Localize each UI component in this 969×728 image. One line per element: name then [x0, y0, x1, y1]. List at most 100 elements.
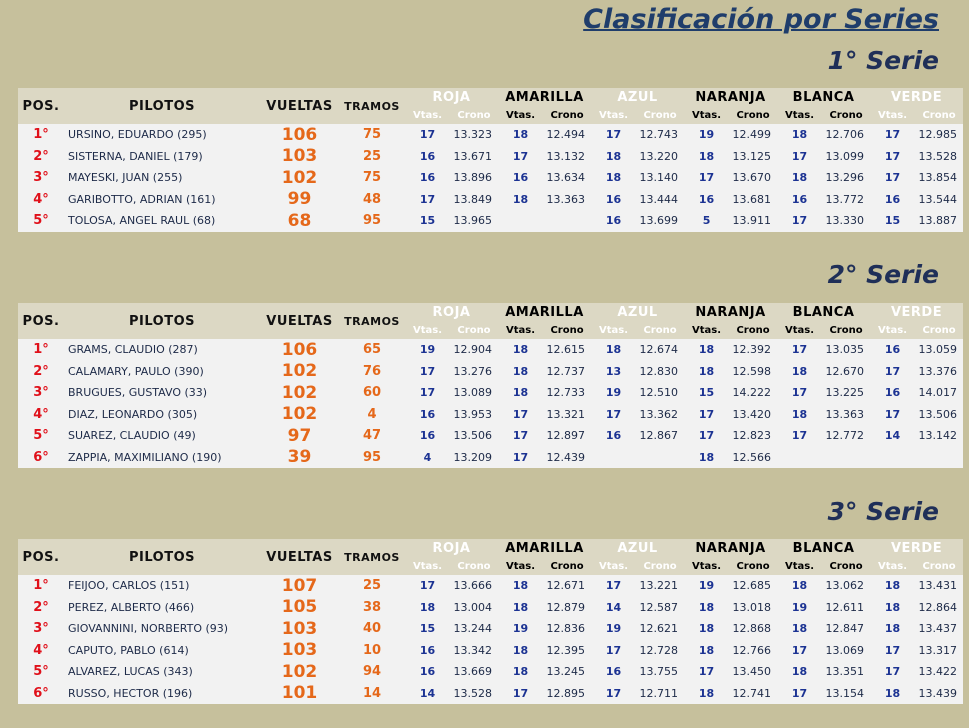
- driver-name: CALAMARY, PAULO (390): [68, 364, 204, 378]
- header-pilotos: PILOTOS: [64, 88, 260, 124]
- laps-total: 101: [281, 683, 318, 704]
- header-row: POS. PILOTOS VUELTAS TRAMOS ROJA AMARILLA AZUL…: [18, 88, 964, 124]
- lane-laps-verde: [870, 447, 915, 469]
- lane-time-naranja: 13.681: [732, 192, 772, 206]
- lane-laps-naranja: 5: [702, 214, 711, 228]
- lane-laps-roja: 16: [419, 643, 436, 657]
- lane-laps-amarilla: 19: [512, 622, 529, 636]
- lane-laps-amarilla: 18: [512, 128, 529, 142]
- lane-time-verde: 13.437: [918, 622, 958, 636]
- lane-laps-blanca: 19: [791, 600, 808, 614]
- position: 4°: [33, 642, 49, 658]
- lane-laps-roja: 17: [419, 386, 436, 400]
- sections: 38: [362, 599, 382, 615]
- lane-time-amarilla: 13.363: [546, 192, 586, 206]
- lane-header-verde: VERDE: [870, 303, 964, 323]
- subheader-vtas: Vtas.: [777, 559, 823, 575]
- driver-name: TOLOSA, ANGEL RAUL (68): [68, 214, 216, 228]
- table-row: 3° MAYESKI, JUAN (255) 102 75 16 13.896 16 13.6…: [18, 167, 963, 189]
- lane-time-verde: 13.528: [918, 149, 958, 163]
- subheader-vtas: Vtas.: [870, 323, 916, 339]
- lane-laps-roja: 15: [419, 622, 436, 636]
- sections: 95: [362, 449, 382, 465]
- lane-time-blanca: 13.296: [825, 171, 865, 185]
- lane-laps-roja: 16: [419, 407, 436, 421]
- lane-laps-naranja: 18: [698, 643, 715, 657]
- lane-time-naranja: 13.670: [732, 171, 772, 185]
- laps-total: 99: [287, 189, 312, 210]
- lane-time-amarilla: 12.895: [546, 686, 586, 700]
- lane-time-naranja: 12.685: [732, 579, 772, 593]
- lane-time-naranja: 14.222: [732, 386, 772, 400]
- lane-laps-azul: 18: [605, 149, 622, 163]
- lane-laps-amarilla: 17: [512, 450, 529, 464]
- lane-laps-verde: 16: [884, 386, 901, 400]
- driver-name: BRUGUES, GUSTAVO (33): [68, 386, 208, 400]
- lane-time-verde: 13.422: [918, 665, 958, 679]
- lane-time-roja: 13.953: [453, 407, 493, 421]
- lane-laps-verde: 18: [884, 579, 901, 593]
- lane-time-verde: 13.506: [918, 407, 958, 421]
- lane-laps-azul: 16: [605, 192, 622, 206]
- lane-time-verde: 12.985: [918, 128, 958, 142]
- sections: 75: [362, 127, 382, 143]
- lane-header-verde: VERDE: [870, 88, 964, 108]
- driver-name: FEIJOO, CARLOS (151): [68, 579, 190, 593]
- lane-laps-verde: 18: [884, 686, 901, 700]
- lane-laps-verde: 18: [884, 622, 901, 636]
- lane-time-roja: 12.904: [453, 343, 493, 357]
- lane-laps-roja: 17: [419, 579, 436, 593]
- lane-laps-roja: 14: [419, 686, 436, 700]
- subheader-vtas: Vtas.: [405, 323, 450, 339]
- lane-time-verde: 13.439: [918, 686, 958, 700]
- lane-laps-verde: 15: [884, 214, 901, 228]
- lane-time-naranja: 13.125: [732, 149, 772, 163]
- laps-total: 102: [281, 382, 318, 403]
- laps-total: 106: [281, 124, 318, 145]
- sections: 95: [362, 213, 382, 229]
- lane-laps-verde: 16: [884, 343, 901, 357]
- header-pos: POS.: [18, 539, 64, 575]
- lane-laps-verde: 17: [884, 128, 901, 142]
- lane-header-azul: AZUL: [591, 303, 685, 323]
- header-pilotos: PILOTOS: [64, 539, 260, 575]
- laps-total: 102: [281, 404, 318, 425]
- lane-time-amarilla: 12.733: [546, 386, 586, 400]
- subheader-vtas: Vtas.: [498, 559, 543, 575]
- lane-laps-roja: 15: [419, 214, 436, 228]
- lane-laps-roja: 17: [419, 128, 436, 142]
- lane-time-roja: 13.323: [453, 128, 493, 142]
- lane-time-roja: 13.849: [453, 192, 493, 206]
- lane-laps-naranja: 18: [698, 343, 715, 357]
- lane-laps-amarilla: 17: [512, 686, 529, 700]
- lane-header-azul: AZUL: [591, 88, 685, 108]
- table-row: 6° RUSSO, HECTOR (196) 101 14 14 13.528 17 12.8…: [18, 683, 963, 705]
- lane-time-azul: 13.699: [639, 214, 679, 228]
- lane-header-blanca: BLANCA: [777, 303, 871, 323]
- table-row: 2° PEREZ, ALBERTO (466) 105 38 18 13.004 18 12.…: [18, 597, 963, 619]
- subheader-crono: Crono: [636, 108, 685, 124]
- driver-name: ZAPPIA, MAXIMILIANO (190): [68, 450, 222, 464]
- lane-header-naranja: NARANJA: [684, 539, 778, 559]
- laps-total: 102: [281, 361, 318, 382]
- header-row: POS. PILOTOS VUELTAS TRAMOS ROJA AMARILLA AZUL…: [18, 303, 964, 339]
- lane-time-verde: 13.376: [918, 364, 958, 378]
- lane-header-blanca: BLANCA: [777, 88, 871, 108]
- subheader-vtas: Vtas.: [777, 323, 823, 339]
- sections: 40: [362, 621, 382, 637]
- lane-laps-blanca: 18: [791, 407, 808, 421]
- table-row: 4° CAPUTO, PABLO (614) 103 10 16 13.342 18 12.3…: [18, 640, 963, 662]
- subheader-vtas: Vtas.: [870, 559, 916, 575]
- position: 3°: [33, 621, 49, 637]
- results-table-serie-3: POS. PILOTOS VUELTAS TRAMOS ROJA AMARILLA AZUL…: [18, 539, 964, 705]
- lane-time-verde: 13.887: [918, 214, 958, 228]
- lane-laps-azul: 13: [605, 364, 622, 378]
- position: 5°: [33, 664, 49, 680]
- lane-time-azul: 13.140: [639, 171, 679, 185]
- lane-laps-roja: 16: [419, 171, 436, 185]
- position: 2°: [33, 363, 49, 379]
- lane-time-blanca: 13.772: [825, 192, 865, 206]
- table-row: 4° GARIBOTTO, ADRIAN (161) 99 48 17 13.849 18 1…: [18, 189, 963, 211]
- table-row: 3° GIOVANNINI, NORBERTO (93) 103 40 15 13.244…: [18, 618, 963, 640]
- position: 1°: [33, 578, 49, 594]
